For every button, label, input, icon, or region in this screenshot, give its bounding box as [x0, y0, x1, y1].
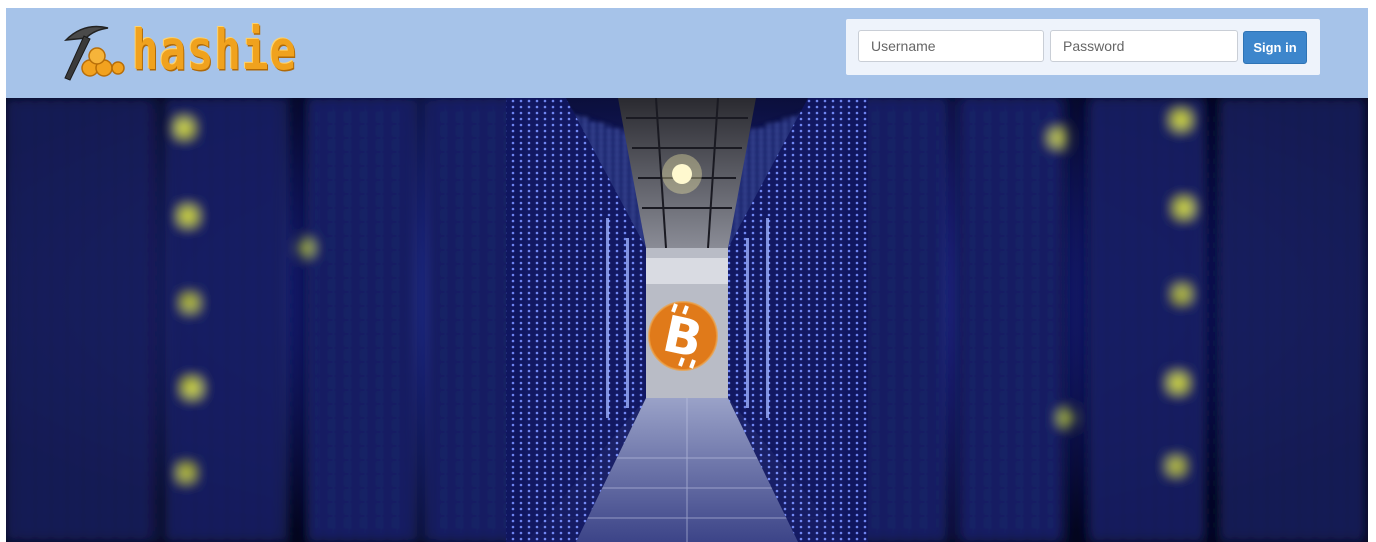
- pickaxe-coins-icon: [63, 25, 125, 81]
- top-navbar: hashie Sign in: [6, 8, 1368, 98]
- brand-logo[interactable]: hashie: [60, 20, 296, 86]
- sign-in-button[interactable]: Sign in: [1243, 31, 1307, 64]
- brand-name: hashie: [132, 19, 297, 83]
- bitcoin-icon: B: [648, 301, 718, 371]
- login-form: Sign in: [846, 19, 1320, 75]
- page-frame: hashie Sign in: [6, 8, 1368, 542]
- hero-banner: B: [6, 98, 1368, 542]
- password-input[interactable]: [1050, 30, 1238, 62]
- username-input[interactable]: [858, 30, 1044, 62]
- datacenter-image: B: [6, 98, 1368, 542]
